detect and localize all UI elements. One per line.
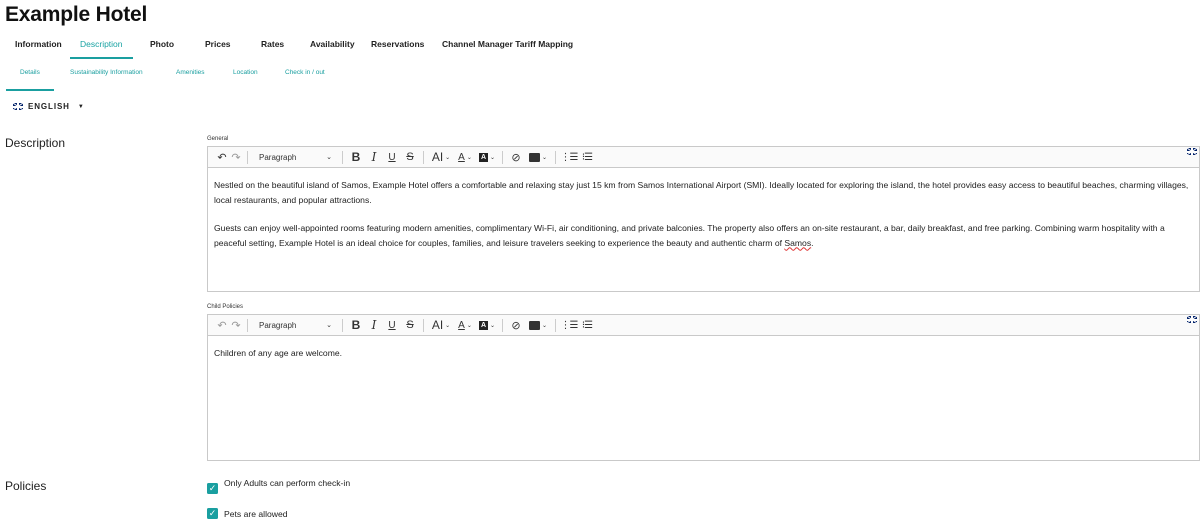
tab-prices[interactable]: Prices [205, 37, 231, 59]
toolbar-divider [423, 318, 424, 332]
insert-image-icon[interactable]: ⌄ [525, 149, 551, 166]
redo-icon[interactable]: ↷ [229, 149, 243, 166]
bold-icon[interactable]: B [347, 149, 365, 166]
tab-rates[interactable]: Rates [261, 37, 284, 59]
section-label-policies: Policies [5, 479, 47, 493]
language-label: ENGLISH [28, 102, 70, 111]
paragraph-style-select[interactable]: Paragraph ⌄ [252, 149, 338, 166]
tab-photo[interactable]: Photo [150, 37, 174, 59]
child-policies-editor-content[interactable]: Children of any age are welcome. [208, 336, 1199, 361]
insert-image-icon[interactable]: ⌄ [525, 317, 551, 334]
paragraph-style-value: Paragraph [259, 152, 297, 162]
policy-adults-check-in: ✓ Only Adults can perform check-in [207, 477, 369, 494]
subtab-check-in-out[interactable]: Check in / out [285, 69, 325, 76]
paragraph-style-select[interactable]: Paragraph ⌄ [252, 317, 338, 334]
subtab-location[interactable]: Location [233, 69, 258, 76]
tab-information[interactable]: Information [15, 37, 62, 59]
font-color-icon[interactable]: A ⌄ [454, 317, 476, 334]
undo-icon[interactable]: ↶ [215, 317, 229, 334]
editor-toolbar: ↶ ↷ Paragraph ⌄ B I U S AI ⌄ A ⌄ A ⌄ ⊘ ⌄ ⋮☰ … [208, 147, 1199, 168]
font-size-icon[interactable]: AI ⌄ [428, 317, 454, 334]
editor-paragraph: Nestled on the beautiful island of Samos… [214, 180, 1189, 205]
policy-label: Only Adults can perform check-in [224, 478, 351, 488]
font-color-icon[interactable]: A ⌄ [454, 149, 476, 166]
policy-pets-allowed: ✓ Pets are allowed [207, 508, 288, 520]
subtab-amenities[interactable]: Amenities [176, 69, 205, 76]
general-field-label: General [207, 136, 229, 142]
background-color-icon[interactable]: A ⌄ [476, 317, 498, 334]
subtab-details[interactable]: Details [6, 69, 54, 91]
child-policies-field-label: Child Policies [207, 304, 244, 310]
italic-icon[interactable]: I [365, 149, 383, 166]
underline-icon[interactable]: U [383, 149, 401, 166]
tab-availability[interactable]: Availability [310, 37, 355, 59]
toolbar-divider [555, 318, 556, 332]
editor-toolbar: ↶ ↷ Paragraph ⌄ B I U S AI ⌄ A ⌄ A ⌄ ⊘ ⌄ ⋮☰ … [208, 315, 1199, 336]
tab-channel-manager-tariff-mapping[interactable]: Channel Manager Tariff Mapping [442, 37, 573, 59]
italic-icon[interactable]: I [365, 317, 383, 334]
toolbar-divider [247, 150, 248, 164]
chevron-down-icon: ⌄ [326, 322, 332, 329]
editor-paragraph: Children of any age are welcome. [214, 348, 343, 358]
toolbar-divider [555, 150, 556, 164]
subtab-sustainability-information[interactable]: Sustainability Information [70, 69, 143, 76]
chevron-down-icon: ⌄ [326, 154, 332, 161]
uk-flag-icon [1187, 148, 1197, 155]
tab-description[interactable]: Description [70, 37, 132, 59]
language-selector[interactable]: ENGLISH ▼ [13, 102, 84, 111]
general-editor-content[interactable]: Nestled on the beautiful island of Samos… [208, 168, 1199, 250]
bulleted-list-icon[interactable]: ⁝☰ [578, 317, 596, 334]
redo-icon[interactable]: ↷ [229, 317, 243, 334]
background-color-icon[interactable]: A ⌄ [476, 149, 498, 166]
toolbar-divider [502, 150, 503, 164]
section-label-description: Description [5, 136, 66, 150]
toolbar-divider [423, 150, 424, 164]
page-title: Example Hotel [5, 3, 148, 26]
uk-flag-icon [1187, 316, 1197, 323]
policy-label: Pets are allowed [224, 509, 288, 519]
caret-down-icon: ▼ [77, 103, 84, 110]
toolbar-divider [502, 318, 503, 332]
link-icon[interactable]: ⊘ [507, 317, 525, 334]
numbered-list-icon[interactable]: ⋮☰ [560, 149, 579, 166]
toolbar-divider [342, 150, 343, 164]
editor-paragraph: Guests can enjoy well-appointed rooms fe… [214, 223, 1165, 248]
link-icon[interactable]: ⊘ [507, 149, 525, 166]
toolbar-divider [342, 318, 343, 332]
paragraph-style-value: Paragraph [259, 320, 297, 330]
child-policies-editor: ↶ ↷ Paragraph ⌄ B I U S AI ⌄ A ⌄ A ⌄ ⊘ ⌄ ⋮☰ … [207, 314, 1200, 461]
numbered-list-icon[interactable]: ⋮☰ [560, 317, 579, 334]
misspelled-word: Samos [784, 237, 812, 248]
undo-icon[interactable]: ↶ [215, 149, 229, 166]
bold-icon[interactable]: B [347, 317, 365, 334]
font-size-icon[interactable]: AI ⌄ [428, 149, 454, 166]
uk-flag-icon [13, 103, 23, 110]
toolbar-divider [247, 318, 248, 332]
checkbox-adults-check-in[interactable]: ✓ [207, 483, 218, 494]
general-editor: ↶ ↷ Paragraph ⌄ B I U S AI ⌄ A ⌄ A ⌄ ⊘ ⌄ ⋮☰ … [207, 146, 1200, 292]
bulleted-list-icon[interactable]: ⁝☰ [578, 149, 596, 166]
checkbox-pets-allowed[interactable]: ✓ [207, 508, 218, 519]
strikethrough-icon[interactable]: S [401, 317, 419, 334]
strikethrough-icon[interactable]: S [401, 149, 419, 166]
tab-reservations[interactable]: Reservations [371, 37, 424, 59]
underline-icon[interactable]: U [383, 317, 401, 334]
